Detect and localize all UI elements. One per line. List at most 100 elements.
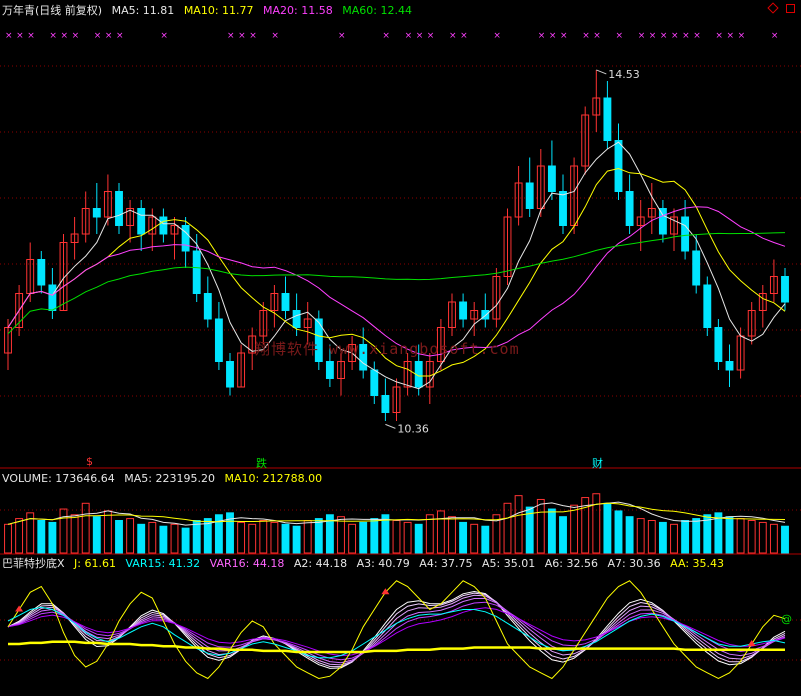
ma20-value: MA20: 11.58 (263, 4, 333, 17)
ma20-line (7, 206, 786, 357)
volume-bar-23 (259, 520, 268, 554)
high-label: 14.53 (608, 68, 640, 81)
volume-bar-1 (15, 518, 24, 554)
event-marker-dollar[interactable]: $ (86, 455, 93, 468)
low-pointer (385, 423, 396, 429)
volume-bar-9 (103, 510, 112, 554)
volume-bar-21 (237, 521, 246, 554)
marker-x-34: × (715, 31, 723, 41)
volume-bar-17 (192, 520, 201, 554)
volume-bar-15 (170, 523, 179, 554)
ma10-value: MA10: 11.77 (183, 4, 254, 17)
volume-bar-27 (303, 520, 312, 554)
marker-x-18: × (427, 31, 435, 41)
vol-ma10-value: MA10: 212788.00 (224, 472, 323, 485)
candle-body-18 (203, 293, 212, 320)
volume-bar-54 (603, 502, 612, 554)
marker-x-33: × (693, 31, 701, 41)
volume-bar-59 (658, 521, 667, 554)
buy-signal-0 (15, 605, 24, 612)
candle-body-41 (459, 301, 468, 320)
ma60-line (7, 232, 786, 335)
ma5-value: MA5: 11.81 (111, 4, 175, 17)
candle-body-47 (525, 182, 534, 209)
volume-bar-24 (270, 521, 279, 554)
a4-value: A4: 37.75 (419, 557, 473, 570)
volume-bar-10 (115, 520, 123, 554)
candle-body-50 (559, 191, 567, 226)
ma60-value: MA60: 12.44 (342, 4, 412, 17)
marker-x-35: × (727, 31, 735, 41)
candle-body-61 (681, 216, 690, 252)
volume-bar-67 (747, 520, 756, 554)
volume-value: VOLUME: 173646.64 (2, 472, 115, 485)
volume-bar-55 (614, 510, 623, 554)
marker-x-24: × (560, 31, 568, 41)
volume-bar-68 (758, 521, 767, 554)
watermark: 翔博软件 www.xiangbosoft.com (255, 340, 520, 358)
volume-bar-69 (769, 523, 778, 554)
volume-bar-30 (337, 516, 345, 554)
volume-bar-6 (70, 514, 79, 554)
candle-body-63 (703, 284, 712, 328)
candle-body-8 (92, 208, 101, 218)
event-marker-finance[interactable]: 财 (592, 455, 603, 471)
square-icon[interactable] (786, 4, 795, 13)
marker-x-17: × (416, 31, 424, 41)
marker-x-9: × (160, 31, 168, 41)
volume-bar-43 (481, 525, 490, 554)
volume-bar-5 (59, 508, 68, 554)
signal-at-mark: @ (781, 613, 792, 626)
volume-header: VOLUME: 173646.64 MA5: 223195.20 MA10: 2… (2, 472, 328, 486)
marker-x-36: × (738, 31, 746, 41)
candle-body-64 (714, 327, 723, 362)
marker-x-26: × (593, 31, 601, 41)
event-marker-fall[interactable]: 跌 (256, 455, 267, 471)
marker-x-15: × (382, 31, 390, 41)
candle-body-55 (614, 140, 623, 192)
candle-body-25 (281, 293, 290, 311)
volume-bar-8 (92, 516, 101, 554)
marker-x-27: × (616, 31, 624, 41)
volume-bar-7 (81, 502, 90, 554)
volume-bar-4 (48, 521, 57, 554)
candle-body-56 (625, 191, 634, 226)
volume-bar-22 (248, 523, 257, 554)
volume-bar-65 (725, 516, 734, 554)
marker-x-16: × (405, 31, 413, 41)
volume-bar-0 (4, 523, 12, 554)
a6-value: A6: 32.56 (544, 557, 598, 570)
marker-x-30: × (660, 31, 668, 41)
marker-x-23: × (549, 31, 557, 41)
volume-bar-60 (670, 523, 678, 554)
candle-body-62 (692, 250, 701, 286)
volume-bar-61 (681, 520, 690, 554)
a5-value: A5: 35.01 (482, 557, 536, 570)
candle-body-59 (658, 208, 667, 235)
candle-body-3 (37, 259, 46, 286)
volume-bar-50 (559, 516, 567, 554)
low-label: 10.36 (397, 422, 429, 435)
volume-bar-16 (181, 527, 190, 554)
marker-x-32: × (682, 31, 690, 41)
volume-bar-13 (148, 521, 157, 554)
marker-x-5: × (72, 31, 80, 41)
a2-value: A2: 44.18 (293, 557, 348, 570)
volume-bar-56 (625, 516, 634, 554)
marker-x-25: × (582, 31, 590, 41)
price-header: 万年青(日线 前复权) MA5: 11.81 MA10: 11.77 MA20:… (2, 4, 418, 18)
marker-x-14: × (338, 31, 346, 41)
marker-x-3: × (49, 31, 57, 41)
volume-bar-32 (359, 521, 368, 554)
candle-body-70 (781, 276, 789, 303)
candle-body-19 (214, 318, 223, 362)
marker-x-1: × (16, 31, 24, 41)
a3-value: A3: 40.79 (356, 557, 410, 570)
volume-bar-33 (370, 518, 379, 554)
volume-bar-45 (503, 502, 512, 554)
var16-value: VAR16: 44.18 (209, 557, 285, 570)
marker-x-13: × (271, 31, 279, 41)
volume-ma5-line (7, 501, 786, 526)
candle-body-26 (292, 310, 301, 328)
marker-x-20: × (460, 31, 468, 41)
